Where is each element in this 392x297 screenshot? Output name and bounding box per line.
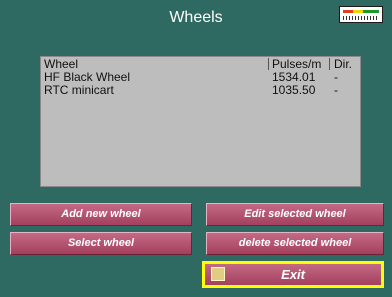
wheel-dir: - [334,83,338,97]
table-row[interactable]: RTC minicart 1035.50 - [41,84,360,97]
close-icon [211,267,225,281]
exit-label: Exit [281,267,305,282]
wheel-pulses: 1035.50 [272,83,316,97]
gauge-green-segment [363,10,379,13]
column-separator [329,58,330,70]
exit-button[interactable]: Exit [205,264,381,285]
gauge-scale-ticks [343,16,379,20]
edit-selected-wheel-button[interactable]: Edit selected wheel [206,203,384,226]
exit-focus-highlight: Exit [202,261,384,288]
window-title: Wheels [169,9,223,26]
wheel-name: RTC minicart [44,83,114,97]
gauge-red-segment [343,10,353,13]
wheels-table[interactable]: Wheel Pulses/m Dir. HF Black Wheel 1534.… [40,56,361,187]
delete-selected-wheel-button[interactable]: delete selected wheel [206,232,384,255]
gauge-yellow-segment [353,10,363,13]
select-wheel-button[interactable]: Select wheel [10,232,192,255]
level-gauge-icon [339,6,383,23]
add-new-wheel-button[interactable]: Add new wheel [10,203,192,226]
column-separator [268,58,269,70]
table-header: Wheel Pulses/m Dir. [41,57,360,71]
